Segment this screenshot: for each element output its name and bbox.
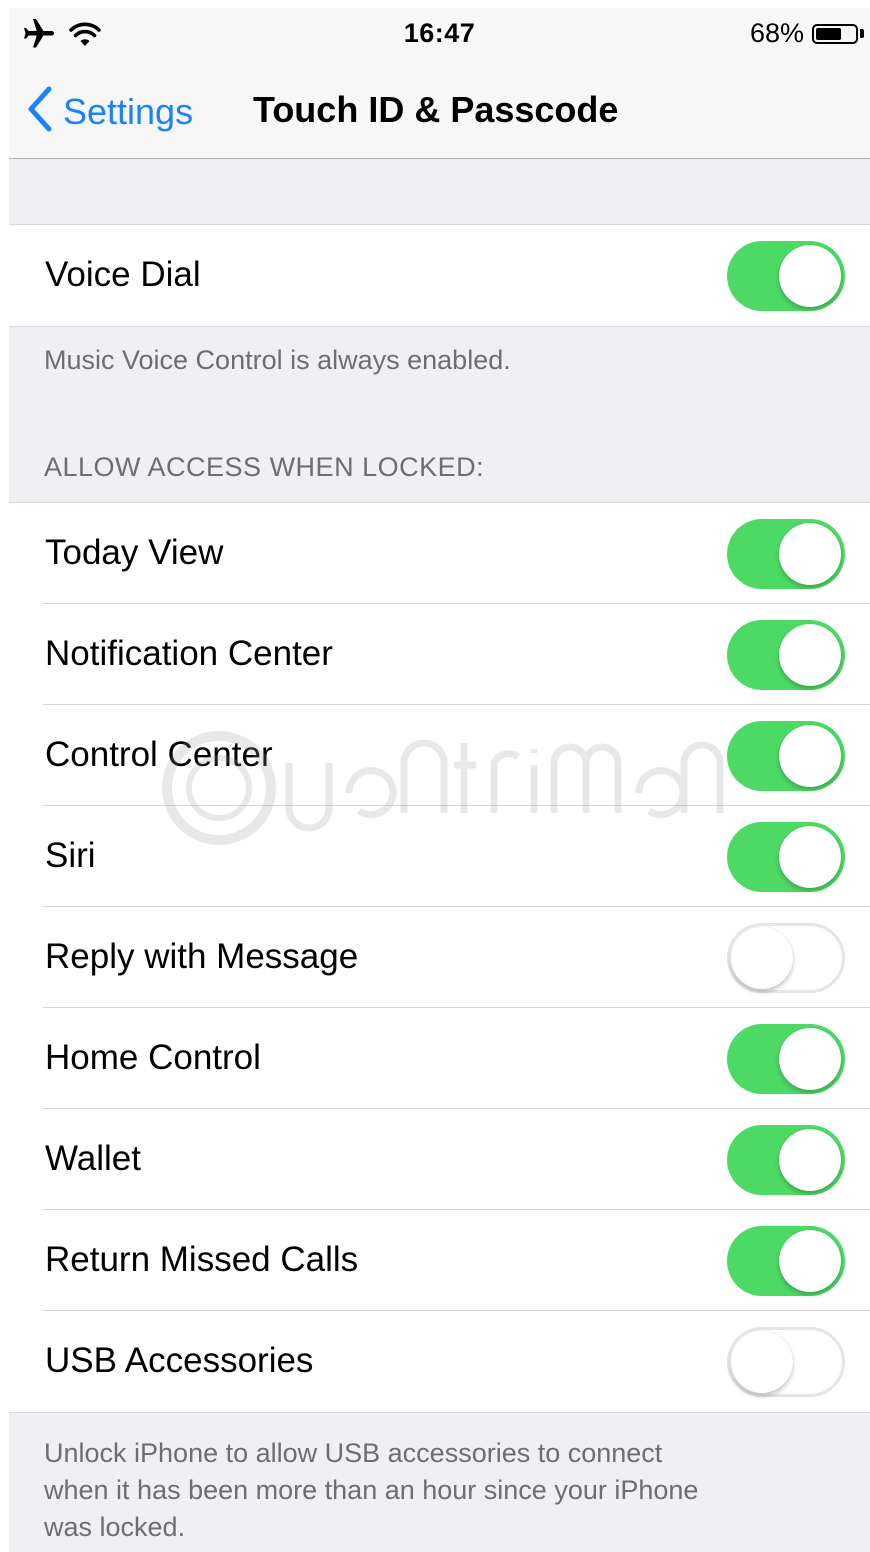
toggle-knob bbox=[779, 1129, 841, 1191]
toggle-knob bbox=[779, 624, 841, 686]
list-item: Home Control bbox=[9, 1008, 870, 1109]
voice-dial-toggle[interactable] bbox=[727, 241, 845, 311]
usb-accessories-toggle[interactable] bbox=[727, 1327, 845, 1397]
back-button[interactable]: Settings bbox=[27, 86, 193, 137]
list-item: USB Accessories bbox=[9, 1311, 870, 1412]
return-missed-calls-toggle[interactable] bbox=[727, 1226, 845, 1296]
list-item: Today View bbox=[9, 503, 870, 604]
toggle-knob bbox=[779, 1028, 841, 1090]
battery-fill bbox=[816, 27, 841, 40]
home-control-toggle[interactable] bbox=[727, 1024, 845, 1094]
footer-line: when it has been more than an hour since… bbox=[44, 1475, 699, 1505]
list-item: Wallet bbox=[9, 1109, 870, 1210]
footer-line: was locked. bbox=[44, 1512, 186, 1542]
back-button-label: Settings bbox=[63, 90, 194, 132]
page-title: Touch ID & Passcode bbox=[253, 89, 619, 130]
toggle-knob bbox=[779, 523, 841, 585]
battery-tip bbox=[860, 29, 864, 38]
return-missed-calls-label: Return Missed Calls bbox=[45, 1240, 359, 1279]
usb-accessories-footer: Unlock iPhone to allow USB accessories t… bbox=[44, 1435, 698, 1546]
usb-accessories-label: USB Accessories bbox=[45, 1341, 314, 1380]
toggle-knob bbox=[779, 245, 841, 307]
today-view-label: Today View bbox=[45, 533, 224, 572]
toggle-knob bbox=[731, 1331, 793, 1393]
status-bar: 16:47 68% bbox=[9, 8, 870, 60]
wallet-toggle[interactable] bbox=[727, 1125, 845, 1195]
locked-access-header: ALLOW ACCESS WHEN LOCKED: bbox=[44, 452, 485, 482]
chevron-left-icon bbox=[27, 86, 53, 137]
wallet-label: Wallet bbox=[45, 1139, 141, 1178]
list-item: Siri bbox=[9, 806, 870, 907]
control-center-label: Control Center bbox=[45, 735, 273, 774]
toggle-knob bbox=[731, 927, 793, 989]
list-item: Notification Center bbox=[9, 604, 870, 705]
status-time: 16:47 bbox=[403, 18, 476, 48]
reply-with-message-label: Reply with Message bbox=[45, 937, 359, 976]
notification-center-toggle[interactable] bbox=[727, 620, 845, 690]
toggle-knob bbox=[779, 1230, 841, 1292]
battery-percent: 68% bbox=[749, 18, 804, 48]
battery-icon bbox=[812, 23, 858, 44]
list-item: Control Center bbox=[9, 705, 870, 806]
voice-dial-row: Voice Dial bbox=[9, 225, 870, 326]
toggle-knob bbox=[779, 725, 841, 787]
status-right: 68% bbox=[750, 18, 864, 49]
footer-line: Unlock iPhone to allow USB accessories t… bbox=[44, 1438, 663, 1468]
notification-center-label: Notification Center bbox=[45, 634, 333, 673]
voice-dial-footer: Music Voice Control is always enabled. bbox=[44, 345, 511, 375]
siri-label: Siri bbox=[45, 836, 96, 875]
siri-toggle[interactable] bbox=[727, 822, 845, 892]
control-center-toggle[interactable] bbox=[727, 721, 845, 791]
list-item: Return Missed Calls bbox=[9, 1210, 870, 1311]
locked-access-group: Today View Notification Center Control C… bbox=[9, 502, 870, 1413]
voice-dial-group: Voice Dial bbox=[9, 224, 870, 327]
toggle-knob bbox=[779, 826, 841, 888]
navigation-bar: Settings Touch ID & Passcode bbox=[9, 60, 870, 159]
reply-with-message-toggle[interactable] bbox=[727, 923, 845, 993]
today-view-toggle[interactable] bbox=[727, 519, 845, 589]
home-control-label: Home Control bbox=[45, 1038, 261, 1077]
list-item: Reply with Message bbox=[9, 907, 870, 1008]
voice-dial-label: Voice Dial bbox=[45, 255, 201, 294]
settings-screen: 16:47 68% Settings Touch ID & Passcode V… bbox=[9, 8, 870, 1552]
